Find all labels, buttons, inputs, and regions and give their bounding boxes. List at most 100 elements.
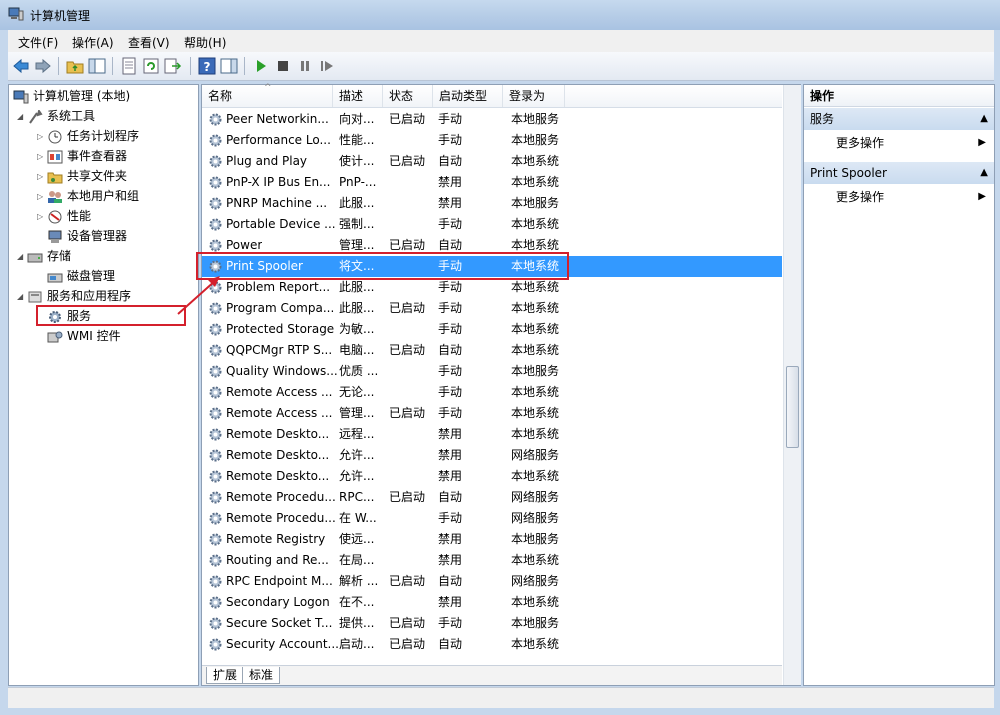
service-row[interactable]: Remote Access ... 无论... 手动 本地系统 xyxy=(202,382,782,403)
show-hide-tree-icon[interactable] xyxy=(88,57,106,75)
service-row[interactable]: Plug and Play 使计... 已启动 自动 本地系统 xyxy=(202,151,782,172)
back-arrow-icon[interactable] xyxy=(12,57,30,75)
menu-help[interactable]: 帮助(H) xyxy=(184,34,226,51)
actions-title: 操作 xyxy=(804,85,994,107)
service-name-cell: Peer Networkin... xyxy=(226,112,329,126)
service-startup-cell: 自动 xyxy=(438,490,463,504)
expander-icon[interactable]: ▷ xyxy=(37,168,47,186)
service-row[interactable]: QQPCMgr RTP S... 电脑... 已启动 自动 本地系统 xyxy=(202,340,782,361)
service-gear-icon xyxy=(209,134,222,147)
service-row[interactable]: Remote Procedu... RPC... 已启动 自动 网络服务 xyxy=(202,487,782,508)
more-actions-link[interactable]: 更多操作 ▶ xyxy=(836,133,986,153)
expander-icon[interactable]: ◢ xyxy=(17,288,27,306)
service-startup-cell: 禁用 xyxy=(438,175,463,189)
tree-item-local-users[interactable]: ▷ 本地用户和组 xyxy=(37,187,139,205)
service-row[interactable]: Remote Deskto... 允许... 禁用 本地系统 xyxy=(202,466,782,487)
help-icon[interactable]: ? xyxy=(198,57,216,75)
menu-file[interactable]: 文件(F) xyxy=(18,34,58,51)
service-row[interactable]: RPC Endpoint M... 解析 ... 已启动 自动 网络服务 xyxy=(202,571,782,592)
tab-standard[interactable]: 标准 xyxy=(242,667,281,684)
tree-item-task-scheduler[interactable]: ▷ 任务计划程序 xyxy=(37,127,139,145)
service-row[interactable]: Problem Report... 此服... 手动 本地系统 xyxy=(202,277,782,298)
collapse-icon[interactable]: ▲ xyxy=(980,108,988,130)
tree-item-performance[interactable]: ▷ 性能 xyxy=(37,207,91,225)
service-startup-cell: 自动 xyxy=(438,154,463,168)
service-status-cell: 已启动 xyxy=(389,616,426,630)
tree-item-shared-folders[interactable]: ▷ 共享文件夹 xyxy=(37,167,127,185)
tree-item-storage[interactable]: ◢ 存储 xyxy=(17,247,71,265)
menu-view[interactable]: 查看(V) xyxy=(128,34,170,51)
restart-service-icon[interactable] xyxy=(318,57,336,75)
service-logon-cell: 本地系统 xyxy=(511,175,560,189)
service-name-cell: Remote Deskto... xyxy=(226,469,330,483)
tab-extended[interactable]: 扩展 xyxy=(206,667,245,684)
properties-icon[interactable] xyxy=(120,57,138,75)
stop-service-icon[interactable] xyxy=(274,57,292,75)
column-header-status[interactable]: 状态 xyxy=(383,85,433,107)
tree-item-event-viewer[interactable]: ▷ 事件查看器 xyxy=(37,147,127,165)
service-row[interactable]: Remote Deskto... 远程... 禁用 本地系统 xyxy=(202,424,782,445)
service-row[interactable]: PNRP Machine ... 此服... 禁用 本地服务 xyxy=(202,193,782,214)
more-actions-link[interactable]: 更多操作 ▶ xyxy=(836,187,986,207)
service-row[interactable]: Quality Windows... 优质 ... 手动 本地服务 xyxy=(202,361,782,382)
column-header-description[interactable]: 描述 xyxy=(333,85,383,107)
collapse-icon[interactable]: ▲ xyxy=(980,162,988,184)
scrollbar-thumb[interactable] xyxy=(786,366,799,448)
service-logon-cell: 网络服务 xyxy=(511,490,560,504)
column-header-startup-type[interactable]: 启动类型 xyxy=(433,85,503,107)
toolbar-separator xyxy=(190,57,191,75)
tree-item-disk-management[interactable]: 磁盘管理 xyxy=(47,267,115,285)
service-row[interactable]: Remote Access ... 管理... 已启动 手动 本地系统 xyxy=(202,403,782,424)
forward-arrow-icon[interactable] xyxy=(34,57,52,75)
expander-icon[interactable]: ▷ xyxy=(37,188,47,206)
expander-icon[interactable]: ◢ xyxy=(17,108,27,126)
service-name-cell: Plug and Play xyxy=(226,154,308,168)
expander-icon[interactable]: ▷ xyxy=(37,148,47,166)
service-row[interactable]: Remote Deskto... 允许... 禁用 网络服务 xyxy=(202,445,782,466)
show-action-pane-icon[interactable] xyxy=(220,57,238,75)
more-actions-label: 更多操作 xyxy=(836,190,885,204)
service-row[interactable]: Secure Socket T... 提供... 已启动 手动 本地服务 xyxy=(202,613,782,634)
service-row[interactable]: Protected Storage 为敏... 手动 本地系统 xyxy=(202,319,782,340)
tree-item-services-and-apps[interactable]: ◢ 服务和应用程序 xyxy=(17,287,131,305)
up-folder-icon[interactable] xyxy=(66,57,84,75)
service-logon-cell: 本地服务 xyxy=(511,133,560,147)
actions-section-print-spooler[interactable]: Print Spooler ▲ xyxy=(804,162,994,184)
service-row[interactable]: Secondary Logon 在不... 禁用 本地系统 xyxy=(202,592,782,613)
tree-item-system-tools[interactable]: ◢ 系统工具 xyxy=(17,107,95,125)
expander-icon[interactable]: ▷ xyxy=(37,128,47,146)
disk-icon xyxy=(47,273,63,282)
service-row[interactable]: Remote Registry 使远... 禁用 本地服务 xyxy=(202,529,782,550)
svg-text:?: ? xyxy=(204,60,211,74)
export-list-icon[interactable] xyxy=(164,57,182,75)
service-row[interactable]: Peer Networkin... 向对... 已启动 手动 本地服务 xyxy=(202,109,782,130)
service-row[interactable]: Remote Procedu... 在 W... 手动 网络服务 xyxy=(202,508,782,529)
service-desc-cell: 优质 ... xyxy=(339,364,379,378)
service-logon-cell: 本地系统 xyxy=(511,406,560,420)
menu-action[interactable]: 操作(A) xyxy=(72,34,114,51)
service-row[interactable]: Program Compa... 此服... 已启动 手动 本地系统 xyxy=(202,298,782,319)
service-row[interactable]: Routing and Re... 在局... 禁用 本地系统 xyxy=(202,550,782,571)
service-desc-cell: 为敏... xyxy=(339,322,375,336)
device-manager-icon xyxy=(48,230,62,243)
tree-item-wmi-control[interactable]: WMI 控件 xyxy=(47,327,121,345)
tree-item-device-manager[interactable]: 设备管理器 xyxy=(47,227,127,245)
expander-icon[interactable]: ◢ xyxy=(17,248,27,266)
vertical-scrollbar[interactable] xyxy=(783,85,801,685)
service-row[interactable]: Performance Lo... 性能... 手动 本地服务 xyxy=(202,130,782,151)
column-header-logon-as[interactable]: 登录为 xyxy=(503,85,565,107)
service-gear-icon xyxy=(209,344,222,357)
service-logon-cell: 本地服务 xyxy=(511,112,560,126)
service-row[interactable]: Security Account... 启动... 已启动 自动 本地系统 xyxy=(202,634,782,655)
service-gear-icon xyxy=(209,428,222,441)
tree-item-computer-management[interactable]: 计算机管理 (本地) xyxy=(13,87,130,105)
refresh-icon[interactable] xyxy=(142,57,160,75)
start-service-icon[interactable] xyxy=(252,57,270,75)
pause-service-icon[interactable] xyxy=(296,57,314,75)
performance-icon xyxy=(48,210,62,223)
service-row[interactable]: Portable Device ... 强制... 手动 本地系统 xyxy=(202,214,782,235)
service-row[interactable]: PnP-X IP Bus En... PnP-... 禁用 本地系统 xyxy=(202,172,782,193)
service-name-cell: Performance Lo... xyxy=(226,133,331,147)
expander-icon[interactable]: ▷ xyxy=(37,208,47,226)
actions-section-services[interactable]: 服务 ▲ xyxy=(804,108,994,130)
